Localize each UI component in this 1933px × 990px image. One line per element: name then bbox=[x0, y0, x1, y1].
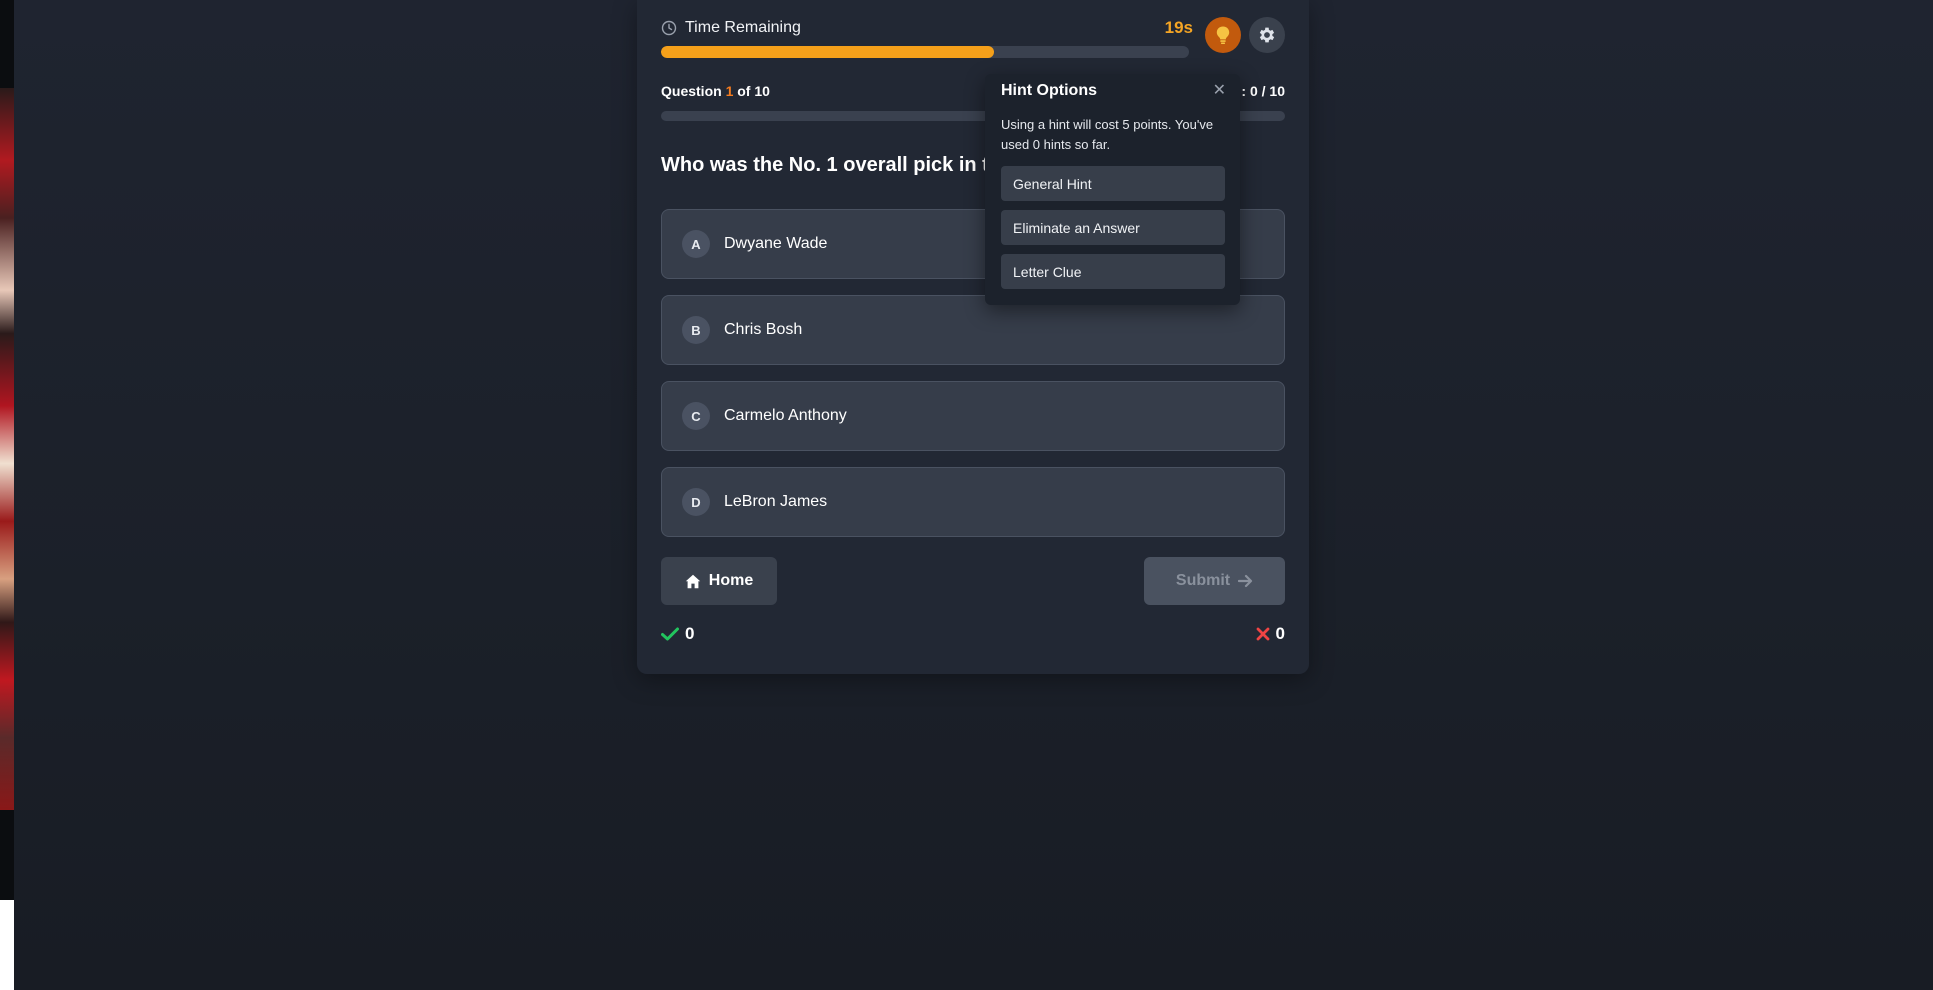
answer-option-b[interactable]: B Chris Bosh bbox=[661, 295, 1285, 365]
timer-progress-bar bbox=[661, 46, 1189, 58]
option-text: Dwyane Wade bbox=[724, 235, 828, 252]
score-counter: : 0 / 10 bbox=[1241, 83, 1285, 99]
x-icon bbox=[1256, 627, 1269, 641]
hint-button[interactable] bbox=[1205, 17, 1241, 53]
hint-option-letter-clue[interactable]: Letter Clue bbox=[1001, 254, 1225, 289]
submit-button[interactable]: Submit bbox=[1144, 557, 1285, 605]
hint-option-general[interactable]: General Hint bbox=[1001, 166, 1225, 201]
clock-icon bbox=[661, 20, 677, 36]
timer-progress-fill bbox=[661, 46, 994, 58]
home-icon bbox=[685, 574, 700, 588]
home-button[interactable]: Home bbox=[661, 557, 777, 605]
correct-count: 0 bbox=[661, 624, 694, 644]
wrong-count-value: 0 bbox=[1275, 624, 1285, 643]
answer-option-d[interactable]: D LeBron James bbox=[661, 467, 1285, 537]
option-letter-badge: D bbox=[682, 488, 710, 516]
option-letter-badge: A bbox=[682, 230, 710, 258]
question-text: Who was the No. 1 overall pick in th bbox=[661, 154, 1002, 176]
option-letter-badge: B bbox=[682, 316, 710, 344]
check-icon bbox=[661, 627, 679, 641]
background-photo bbox=[0, 88, 14, 810]
question-counter-prefix: Question bbox=[661, 83, 722, 99]
hint-option-eliminate[interactable]: Eliminate an Answer bbox=[1001, 210, 1225, 245]
option-text: Carmelo Anthony bbox=[724, 407, 847, 424]
background-white-block bbox=[0, 900, 14, 990]
close-icon[interactable]: ✕ bbox=[1213, 80, 1226, 99]
gear-icon bbox=[1259, 27, 1275, 43]
option-letter-badge: C bbox=[682, 402, 710, 430]
wrong-count: 0 bbox=[1256, 624, 1285, 644]
arrow-right-icon bbox=[1238, 574, 1253, 588]
home-button-label: Home bbox=[708, 572, 754, 589]
background-image-strip bbox=[0, 0, 14, 990]
question-counter-current: 1 bbox=[725, 83, 734, 99]
hint-popup-title: Hint Options bbox=[1001, 82, 1097, 99]
question-counter-total: 10 bbox=[754, 83, 770, 99]
timer-value: 19s bbox=[1164, 18, 1193, 37]
correct-count-value: 0 bbox=[685, 624, 695, 643]
question-counter: Question 1 of 10 bbox=[661, 83, 770, 99]
answer-option-c[interactable]: C Carmelo Anthony bbox=[661, 381, 1285, 451]
timer-row: Time Remaining 19s bbox=[661, 18, 1193, 38]
lightbulb-icon bbox=[1216, 26, 1230, 44]
timer-label: Time Remaining bbox=[685, 19, 801, 36]
option-text: LeBron James bbox=[724, 493, 828, 510]
question-counter-middle: of bbox=[737, 83, 751, 99]
hint-options-popup: Hint Options ✕ Using a hint will cost 5 … bbox=[985, 74, 1240, 305]
option-text: Chris Bosh bbox=[724, 321, 803, 338]
settings-button[interactable] bbox=[1249, 17, 1285, 53]
hint-popup-description: Using a hint will cost 5 points. You've … bbox=[1001, 117, 1214, 152]
submit-button-label: Submit bbox=[1175, 572, 1231, 589]
